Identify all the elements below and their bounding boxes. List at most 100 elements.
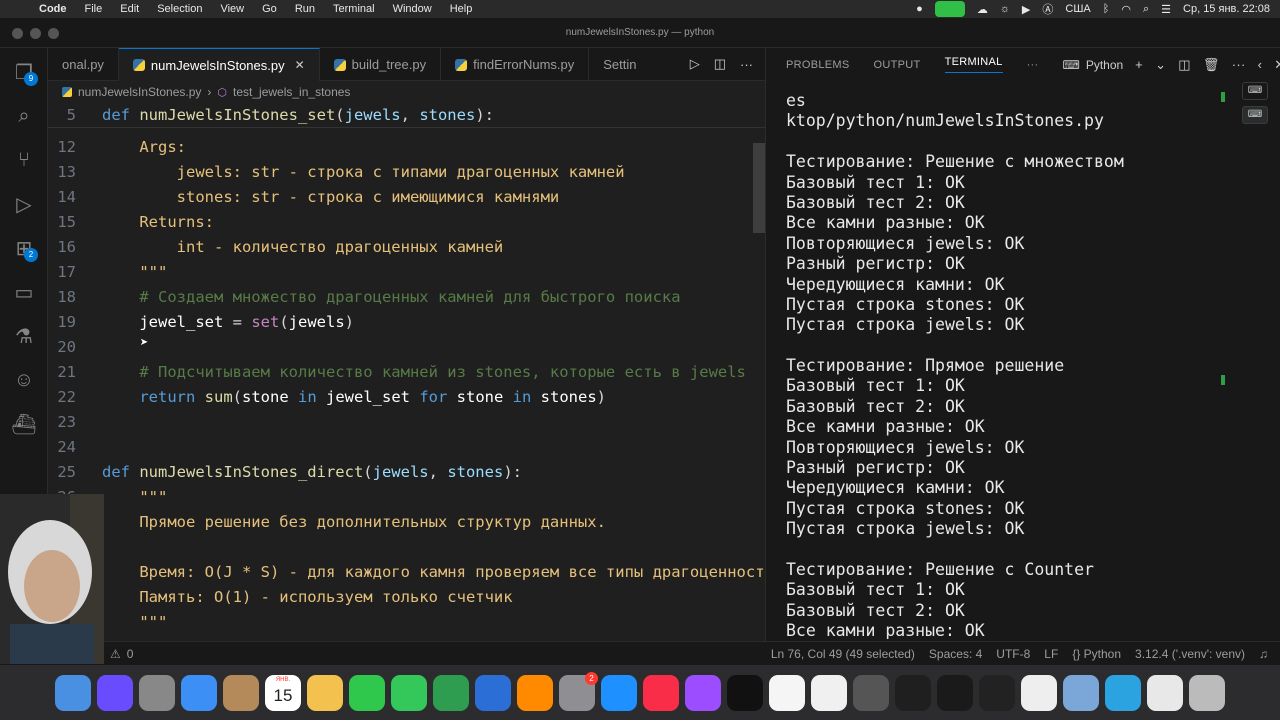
tab-output[interactable]: OUTPUT: [874, 59, 921, 71]
record-icon[interactable]: ●: [916, 3, 923, 15]
menu-run[interactable]: Run: [286, 3, 324, 15]
calendar-icon[interactable]: ЯНВ. 15: [265, 674, 301, 711]
siri-icon[interactable]: [97, 674, 133, 711]
podcasts-icon[interactable]: [685, 674, 721, 711]
breadcrumb-symbol[interactable]: test_jewels_in_stones: [233, 85, 350, 99]
screen-icon[interactable]: [1147, 674, 1183, 711]
tab-numjewelsinstones[interactable]: numJewelsInStones.py ✕: [118, 48, 320, 81]
trash-icon[interactable]: [1189, 674, 1225, 711]
tab-problems[interactable]: PROBLEMS: [786, 59, 850, 71]
cursor-position[interactable]: Ln 76, Col 49 (49 selected): [771, 647, 915, 661]
breadcrumb-file[interactable]: numJewelsInStones.py: [78, 85, 201, 99]
code-line[interactable]: 28: [48, 535, 765, 560]
contacts-icon[interactable]: [223, 674, 259, 711]
menubar-clock[interactable]: Ср, 15 янв. 22:08: [1183, 3, 1270, 15]
terminal-instance-icon[interactable]: ⌨: [1242, 82, 1268, 100]
safari-icon[interactable]: [601, 674, 637, 711]
music-icon[interactable]: [643, 674, 679, 711]
iphone-mirroring-icon[interactable]: [853, 674, 889, 711]
menu-edit[interactable]: Edit: [111, 3, 148, 15]
docker-icon[interactable]: ⛴: [8, 408, 40, 440]
more-actions-icon[interactable]: ···: [1232, 57, 1246, 72]
code-line[interactable]: 18 # Создаем множество драгоценных камне…: [48, 285, 765, 310]
code-line[interactable]: 19 jewel_set = set(jewels): [48, 310, 765, 335]
preview-icon[interactable]: [1063, 674, 1099, 711]
menu-app-name[interactable]: Code: [30, 3, 76, 15]
numbers-icon[interactable]: [433, 674, 469, 711]
source-control-icon[interactable]: ⑂: [8, 144, 40, 176]
bluetooth-icon[interactable]: ᛒ: [1103, 3, 1110, 15]
facetime-icon[interactable]: [349, 674, 385, 711]
code-line[interactable]: 24: [48, 435, 765, 460]
tv-icon[interactable]: [727, 674, 763, 711]
menu-view[interactable]: View: [211, 3, 253, 15]
code-line[interactable]: 30 Память: O(1) - используем только счет…: [48, 585, 765, 610]
launchpad-icon[interactable]: [139, 674, 175, 711]
line-ending[interactable]: LF: [1044, 647, 1058, 661]
menu-file[interactable]: File: [76, 3, 112, 15]
code-line[interactable]: 16 int - количество драгоценных камней: [48, 235, 765, 260]
search-icon[interactable]: ⌕: [8, 100, 40, 132]
control-center-icon[interactable]: ☰: [1161, 3, 1171, 16]
settings-icon[interactable]: 2: [559, 671, 598, 711]
input-source[interactable]: США: [1065, 3, 1090, 15]
code-line[interactable]: 13 jewels: str - строка с типами драгоце…: [48, 160, 765, 185]
menu-selection[interactable]: Selection: [148, 3, 211, 15]
minimize-window-button[interactable]: [30, 28, 41, 39]
keynote-icon[interactable]: [475, 674, 511, 711]
new-terminal-icon[interactable]: +: [1135, 57, 1143, 72]
code-line[interactable]: 17 """: [48, 260, 765, 285]
mail-icon[interactable]: [181, 674, 217, 711]
close-window-button[interactable]: [12, 28, 23, 39]
run-file-icon[interactable]: ▷: [690, 56, 700, 72]
copilot-icon[interactable]: ☺: [8, 364, 40, 396]
split-editor-icon[interactable]: ◫: [714, 56, 726, 72]
facetime-tray-icon[interactable]: [934, 1, 965, 17]
code-line[interactable]: 21 # Подсчитываем количество камней из s…: [48, 360, 765, 385]
sticky-scroll-line[interactable]: 5 def numJewelsInStones_set(jewels, stone…: [48, 103, 765, 128]
tab-finderrornums[interactable]: findErrorNums.py: [441, 48, 590, 81]
kill-terminal-icon[interactable]: 🗑: [1203, 57, 1220, 73]
photos-icon[interactable]: [307, 674, 343, 711]
chevron-down-icon[interactable]: ⌄: [1155, 57, 1166, 73]
remote-explorer-icon[interactable]: ▭: [8, 276, 40, 308]
indentation[interactable]: Spaces: 4: [929, 647, 982, 661]
menu-terminal[interactable]: Terminal: [324, 3, 384, 15]
run-debug-icon[interactable]: ▷: [8, 188, 40, 220]
keyboard-layout-icon[interactable]: Ⓐ: [1042, 1, 1053, 17]
brightness-icon[interactable]: ☼: [1000, 3, 1010, 15]
code-line[interactable]: 14 stones: str - строка с имеющимися кам…: [48, 185, 765, 210]
freeform-icon[interactable]: [811, 674, 847, 711]
tab-onal[interactable]: onal.py: [48, 48, 119, 81]
extensions-icon[interactable]: ⊞ 2: [8, 232, 40, 264]
encoding[interactable]: UTF-8: [996, 647, 1030, 661]
chrome-icon[interactable]: [1021, 674, 1057, 711]
perplexity-icon[interactable]: [937, 674, 973, 711]
code-line[interactable]: 23: [48, 410, 765, 435]
testing-icon[interactable]: ⚗: [8, 320, 40, 352]
chevron-left-icon[interactable]: ‹: [1258, 57, 1263, 72]
messages-icon[interactable]: [391, 674, 427, 711]
code-line[interactable]: 31 """: [48, 610, 765, 635]
wifi-icon[interactable]: ◠: [1121, 3, 1131, 16]
terminal-instance-icon[interactable]: ⌨: [1242, 106, 1268, 124]
menu-go[interactable]: Go: [253, 3, 286, 15]
more-actions-icon[interactable]: ···: [740, 57, 753, 72]
tab-build-tree[interactable]: build_tree.py: [320, 48, 442, 81]
creative-cloud-icon[interactable]: ☁: [977, 3, 988, 16]
panel-more-icon[interactable]: ···: [1027, 59, 1039, 71]
books-icon[interactable]: [517, 674, 553, 711]
code-line[interactable]: 12 Args:: [48, 135, 765, 160]
play-icon[interactable]: ▶: [1022, 3, 1030, 16]
problems-count[interactable]: 0: [127, 647, 134, 661]
code-line[interactable]: 22 return sum(stone in jewel_set for sto…: [48, 385, 765, 410]
telegram-icon[interactable]: [1105, 674, 1141, 711]
textedit-icon[interactable]: [769, 674, 805, 711]
language-mode[interactable]: {} Python: [1072, 647, 1121, 661]
split-terminal-icon[interactable]: ◫: [1178, 57, 1191, 73]
terminal-shell-selector[interactable]: ⌨ Python: [1062, 58, 1123, 72]
vscode-icon[interactable]: [895, 674, 931, 711]
python-interpreter[interactable]: 3.12.4 ('.venv': venv): [1135, 647, 1245, 661]
close-tab-icon[interactable]: ✕: [295, 58, 305, 72]
terminal-output[interactable]: es ktop/python/numJewelsInStones.py Тестир…: [786, 91, 1226, 639]
